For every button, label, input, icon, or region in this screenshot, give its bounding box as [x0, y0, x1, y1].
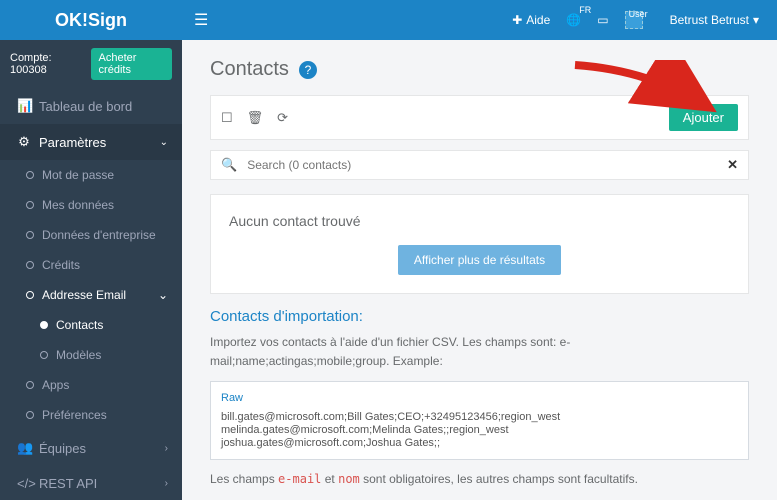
caret-down-icon: ▾	[753, 13, 759, 27]
import-heading: Contacts d'importation:	[210, 308, 749, 325]
import-section: Contacts d'importation: Importez vos con…	[210, 308, 749, 500]
show-more-button[interactable]: Afficher plus de résultats	[398, 245, 561, 275]
sidebar-item-dashboard[interactable]: 📊Tableau de bord	[0, 88, 182, 124]
sidebar-item-prefs[interactable]: Préférences	[0, 400, 182, 430]
sidebar-item-motdepasse[interactable]: Mot de passe	[0, 160, 182, 190]
page-title: Contacts ?	[210, 58, 749, 81]
chevron-right-icon: ›	[165, 443, 168, 454]
import-required-note: Les champs e-mail et nom sont obligatoir…	[210, 470, 749, 489]
sidebar-item-addresse[interactable]: Addresse Email⌄	[0, 280, 182, 310]
sidebar-item-mesdonnees[interactable]: Mes données	[0, 190, 182, 220]
brand[interactable]: OK!Sign	[0, 10, 182, 31]
search-input[interactable]	[247, 158, 717, 172]
refresh-icon[interactable]: ⟳	[277, 110, 288, 126]
dashboard-icon: 📊	[17, 98, 31, 114]
main-content: Contacts ? ☐ 🗑 ⟳ Ajouter 🔍 ✕ Aucun conta…	[182, 40, 777, 500]
search-icon: 🔍	[221, 157, 237, 173]
import-intro: Importez vos contacts à l'aide d'un fich…	[210, 333, 749, 371]
language-selector[interactable]: 🌐FR	[566, 13, 581, 27]
results-panel: Aucun contact trouvé Afficher plus de ré…	[210, 194, 749, 294]
sidebar-item-credits[interactable]: Crédits	[0, 250, 182, 280]
raw-link[interactable]: Raw	[221, 392, 738, 404]
add-button[interactable]: Ajouter	[669, 104, 738, 131]
buy-credits-button[interactable]: Acheter crédits	[91, 48, 172, 80]
user-menu[interactable]: User Betrust Betrust ▾	[625, 11, 759, 29]
empty-message: Aucun contact trouvé	[229, 213, 730, 229]
menu-toggle-icon[interactable]: ☰	[182, 10, 220, 30]
topbar-right: ✚Aide 🌐FR ▭ User Betrust Betrust ▾	[512, 11, 777, 29]
select-all-checkbox[interactable]: ☐	[221, 110, 233, 126]
account-bar: Compte: 100308 Acheter crédits	[0, 40, 182, 88]
sidebar-item-modeles[interactable]: Modèles	[0, 340, 182, 370]
sidebar-item-apps[interactable]: Apps	[0, 370, 182, 400]
topbar: OK!Sign ☰ ✚Aide 🌐FR ▭ User Betrust Betru…	[0, 0, 777, 40]
sidebar-item-restapi[interactable]: </>REST API›	[0, 466, 182, 500]
plus-icon: ✚	[512, 13, 522, 27]
sidebar-item-entreprise[interactable]: Données d'entreprise	[0, 220, 182, 250]
code-icon: </>	[17, 476, 31, 491]
import-sample-box: Rawbill.gates@microsoft.com;Bill Gates;C…	[210, 381, 749, 460]
contacts-toolbar: ☐ 🗑 ⟳ Ajouter	[210, 95, 749, 140]
delete-icon[interactable]: 🗑	[247, 110, 264, 126]
help-link[interactable]: ✚Aide	[512, 13, 550, 27]
globe-icon: 🌐	[566, 13, 581, 27]
clear-search-icon[interactable]: ✕	[727, 157, 738, 173]
window-icon[interactable]: ▭	[597, 13, 608, 27]
help-icon[interactable]: ?	[299, 61, 317, 79]
chevron-down-icon: ⌄	[158, 288, 168, 302]
gear-icon: ⚙	[17, 134, 31, 150]
sidebar: Compte: 100308 Acheter crédits 📊Tableau …	[0, 40, 182, 500]
search-bar: 🔍 ✕	[210, 150, 749, 180]
chevron-down-icon: ⌄	[160, 137, 168, 148]
chevron-right-icon: ›	[165, 478, 168, 489]
sidebar-item-parametres[interactable]: ⚙Paramètres⌄	[0, 124, 182, 160]
users-icon: 👥	[17, 440, 31, 456]
sidebar-item-contacts[interactable]: Contacts	[0, 310, 182, 340]
sidebar-item-equipes[interactable]: 👥Équipes›	[0, 430, 182, 466]
